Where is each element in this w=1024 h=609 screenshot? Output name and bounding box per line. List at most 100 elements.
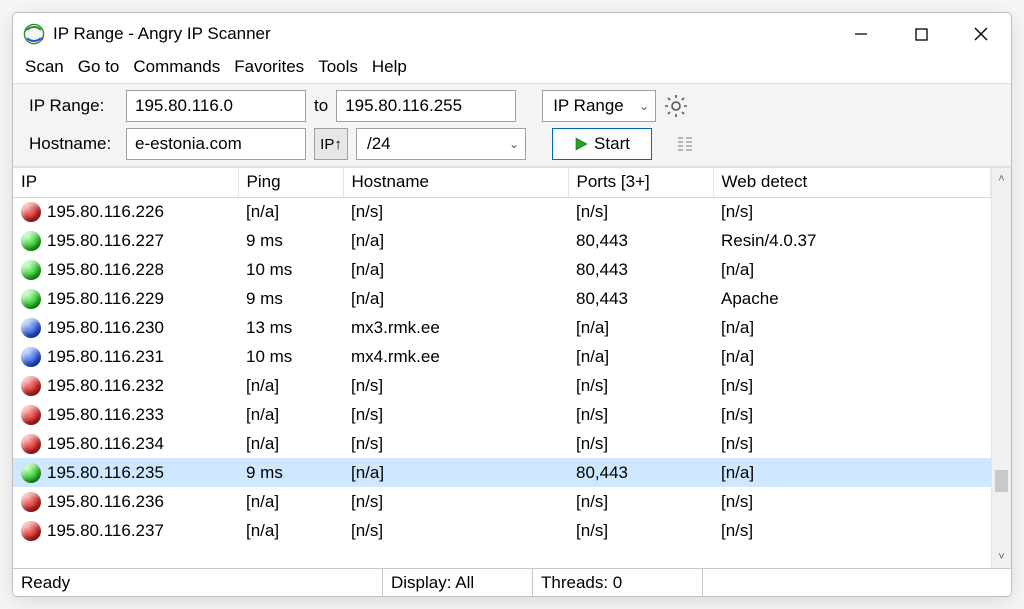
cell-webdetect: [n/a] xyxy=(713,342,991,371)
cell-ping: [n/a] xyxy=(238,197,343,226)
column-header[interactable]: Hostname xyxy=(343,168,568,197)
table-row[interactable]: 195.80.116.233[n/a][n/s][n/s][n/s] xyxy=(13,400,991,429)
results-table: IPPingHostnamePorts [3+]Web detect 195.8… xyxy=(13,168,991,545)
feeder-combo[interactable]: IP Range ⌄ xyxy=(542,90,656,122)
cell-ports: [n/s] xyxy=(568,371,713,400)
cell-ip: 195.80.116.231 xyxy=(47,347,164,367)
vertical-scrollbar[interactable]: ˄ ˅ xyxy=(991,168,1011,568)
table-row[interactable]: 195.80.116.23110 msmx4.rmk.ee[n/a][n/a] xyxy=(13,342,991,371)
scroll-up-arrow-icon[interactable]: ˄ xyxy=(992,168,1011,190)
ip-range-label: IP Range: xyxy=(23,96,118,116)
cell-ping: 10 ms xyxy=(238,342,343,371)
cell-hostname: [n/s] xyxy=(343,516,568,545)
cell-hostname: [n/s] xyxy=(343,487,568,516)
cell-ping: 13 ms xyxy=(238,313,343,342)
minimize-button[interactable] xyxy=(831,13,891,55)
scroll-thumb[interactable] xyxy=(995,470,1008,492)
app-window: IP Range - Angry IP Scanner ScanGo toCom… xyxy=(12,12,1012,597)
status-orb-icon xyxy=(21,434,41,454)
table-row[interactable]: 195.80.116.2299 ms[n/a]80,443Apache xyxy=(13,284,991,313)
close-button[interactable] xyxy=(951,13,1011,55)
cell-ping: [n/a] xyxy=(238,516,343,545)
cell-ip: 195.80.116.226 xyxy=(47,202,164,222)
chevron-down-icon: ⌄ xyxy=(639,99,649,113)
cell-hostname: [n/a] xyxy=(343,284,568,313)
cell-webdetect: [n/s] xyxy=(713,516,991,545)
cell-hostname: [n/a] xyxy=(343,255,568,284)
status-orb-icon xyxy=(21,376,41,396)
table-row[interactable]: 195.80.116.237[n/a][n/s][n/s][n/s] xyxy=(13,516,991,545)
cell-hostname: [n/a] xyxy=(343,226,568,255)
gear-icon[interactable] xyxy=(664,94,688,118)
table-row[interactable]: 195.80.116.22810 ms[n/a]80,443[n/a] xyxy=(13,255,991,284)
cell-ping: [n/a] xyxy=(238,371,343,400)
column-header[interactable]: Ping xyxy=(238,168,343,197)
table-row[interactable]: 195.80.116.226[n/a][n/s][n/s][n/s] xyxy=(13,197,991,226)
column-header[interactable]: Web detect xyxy=(713,168,991,197)
scroll-track[interactable] xyxy=(992,190,1011,546)
cell-ping: 10 ms xyxy=(238,255,343,284)
table-row[interactable]: 195.80.116.234[n/a][n/s][n/s][n/s] xyxy=(13,429,991,458)
column-header[interactable]: Ports [3+] xyxy=(568,168,713,197)
cell-ports: 80,443 xyxy=(568,255,713,284)
ip-end-input[interactable] xyxy=(336,90,516,122)
status-orb-icon xyxy=(21,405,41,425)
table-row[interactable]: 195.80.116.2279 ms[n/a]80,443Resin/4.0.3… xyxy=(13,226,991,255)
table-row[interactable]: 195.80.116.232[n/a][n/s][n/s][n/s] xyxy=(13,371,991,400)
hostname-label: Hostname: xyxy=(23,134,118,154)
cell-webdetect: [n/a] xyxy=(713,313,991,342)
scroll-down-arrow-icon[interactable]: ˅ xyxy=(992,546,1011,568)
cell-ports: 80,443 xyxy=(568,226,713,255)
status-empty xyxy=(703,569,1011,596)
cell-webdetect: [n/s] xyxy=(713,429,991,458)
hostname-input[interactable] xyxy=(126,128,306,160)
cell-webdetect: [n/s] xyxy=(713,371,991,400)
menu-favorites[interactable]: Favorites xyxy=(228,55,310,79)
cell-webdetect: [n/s] xyxy=(713,197,991,226)
cell-ping: 9 ms xyxy=(238,284,343,313)
status-bar: Ready Display: All Threads: 0 xyxy=(13,568,1011,596)
maximize-button[interactable] xyxy=(891,13,951,55)
table-row[interactable]: 195.80.116.236[n/a][n/s][n/s][n/s] xyxy=(13,487,991,516)
cell-ip: 195.80.116.235 xyxy=(47,463,164,483)
cell-hostname: [n/a] xyxy=(343,458,568,487)
netmask-combo[interactable]: /24 ⌄ xyxy=(356,128,526,160)
display-options-icon[interactable] xyxy=(676,135,694,153)
start-button-label: Start xyxy=(594,134,630,154)
cell-hostname: [n/s] xyxy=(343,371,568,400)
cell-ping: [n/a] xyxy=(238,429,343,458)
play-icon xyxy=(574,137,588,151)
cell-ip: 195.80.116.236 xyxy=(47,492,164,512)
status-display: Display: All xyxy=(383,569,533,596)
cell-ip: 195.80.116.227 xyxy=(47,231,164,251)
cell-hostname: mx3.rmk.ee xyxy=(343,313,568,342)
status-threads: Threads: 0 xyxy=(533,569,703,596)
cell-ports: [n/s] xyxy=(568,429,713,458)
cell-ip: 195.80.116.229 xyxy=(47,289,164,309)
cell-hostname: [n/s] xyxy=(343,400,568,429)
window-controls xyxy=(831,13,1011,55)
menu-scan[interactable]: Scan xyxy=(19,55,70,79)
cell-hostname: [n/s] xyxy=(343,429,568,458)
cell-ports: [n/a] xyxy=(568,342,713,371)
status-orb-icon xyxy=(21,492,41,512)
cell-ip: 195.80.116.233 xyxy=(47,405,164,425)
feeder-label: IP Range xyxy=(553,96,624,116)
status-ready: Ready xyxy=(13,569,383,596)
cell-webdetect: [n/a] xyxy=(713,458,991,487)
start-button[interactable]: Start xyxy=(552,128,652,160)
cell-hostname: mx4.rmk.ee xyxy=(343,342,568,371)
ip-up-button[interactable]: IP↑ xyxy=(314,128,348,160)
status-orb-icon xyxy=(21,347,41,367)
menu-help[interactable]: Help xyxy=(366,55,413,79)
menu-go-to[interactable]: Go to xyxy=(72,55,126,79)
cell-ports: 80,443 xyxy=(568,284,713,313)
status-orb-icon xyxy=(21,202,41,222)
table-row[interactable]: 195.80.116.2359 ms[n/a]80,443[n/a] xyxy=(13,458,991,487)
menu-commands[interactable]: Commands xyxy=(127,55,226,79)
menu-tools[interactable]: Tools xyxy=(312,55,364,79)
table-row[interactable]: 195.80.116.23013 msmx3.rmk.ee[n/a][n/a] xyxy=(13,313,991,342)
ip-start-input[interactable] xyxy=(126,90,306,122)
cell-webdetect: [n/s] xyxy=(713,487,991,516)
column-header[interactable]: IP xyxy=(13,168,238,197)
